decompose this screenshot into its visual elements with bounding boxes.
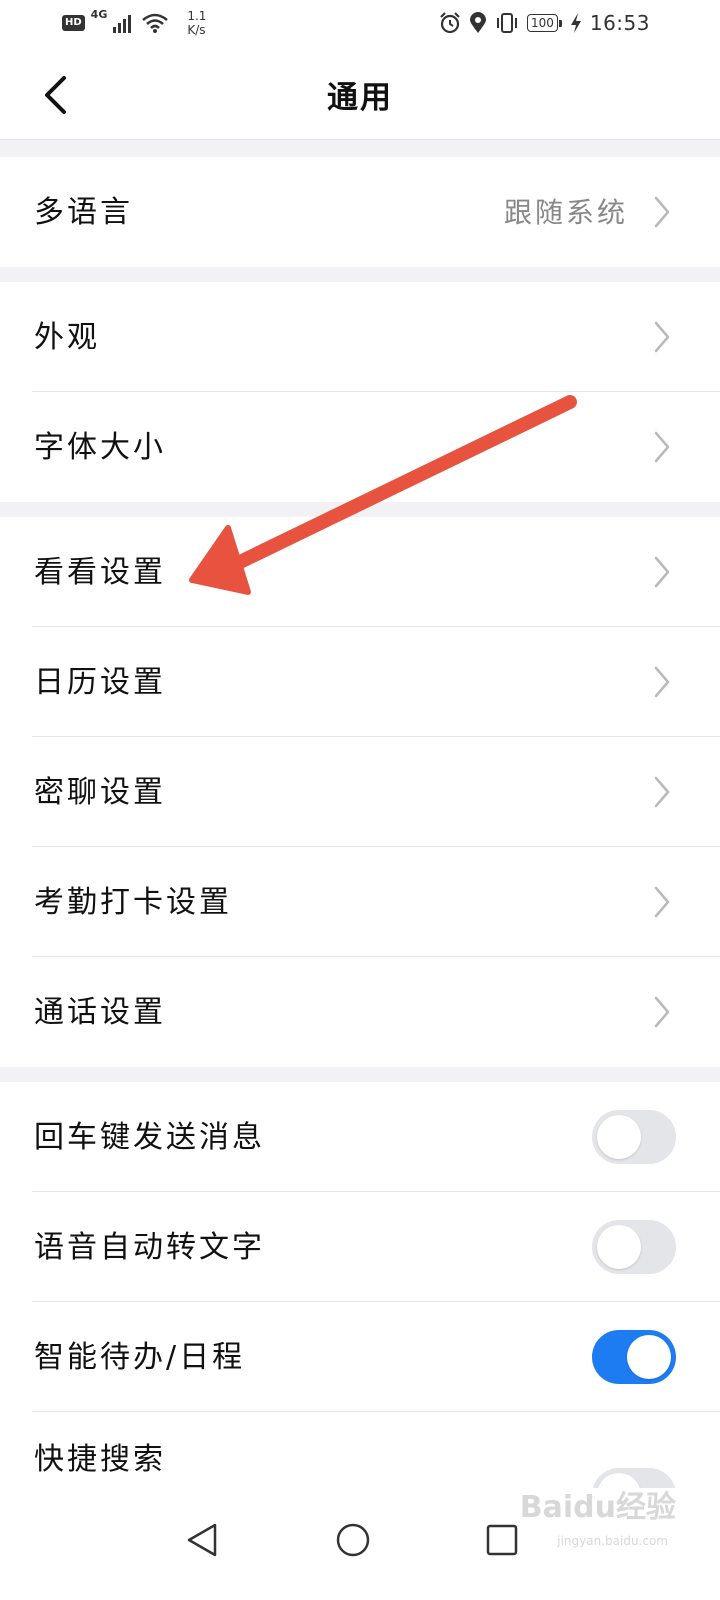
chevron-right-icon <box>654 776 670 808</box>
chevron-right-icon <box>654 556 670 588</box>
setting-label: 通话设置 <box>34 995 166 1030</box>
setting-row-quick-search: 快捷搜索 <box>0 1412 720 1488</box>
voice-to-text-toggle[interactable] <box>592 1220 676 1274</box>
setting-row-secret-chat[interactable]: 密聊设置 <box>0 737 720 847</box>
page-title: 通用 <box>327 80 393 116</box>
setting-label: 语音自动转文字 <box>34 1230 265 1265</box>
circle-home-icon <box>336 1523 370 1557</box>
charging-icon <box>570 13 581 33</box>
chevron-right-icon <box>654 321 670 353</box>
smart-todo-toggle[interactable] <box>592 1330 676 1384</box>
network-speed: 1.1 K/s <box>187 9 206 37</box>
chevron-right-icon <box>654 996 670 1028</box>
setting-row-attendance[interactable]: 考勤打卡设置 <box>0 847 720 957</box>
setting-row-font-size[interactable]: 字体大小 <box>0 392 720 502</box>
settings-group-display: 外观 字体大小 <box>0 282 720 502</box>
speed-unit: K/s <box>187 23 206 37</box>
chevron-right-icon <box>654 196 670 228</box>
setting-value: 跟随系统 <box>503 196 628 229</box>
setting-label: 考勤打卡设置 <box>34 885 232 920</box>
setting-label: 外观 <box>34 320 100 355</box>
toggle-knob <box>597 1473 641 1488</box>
vibrate-icon <box>496 13 517 33</box>
hd-badge: HD <box>62 15 85 31</box>
setting-row-voice-to-text: 语音自动转文字 <box>0 1192 720 1302</box>
setting-row-kankan[interactable]: 看看设置 <box>0 517 720 627</box>
baidu-watermark: Baidu经验 <box>519 1490 676 1525</box>
setting-row-call[interactable]: 通话设置 <box>0 957 720 1067</box>
settings-group-language: 多语言 跟随系统 <box>0 157 720 267</box>
settings-group-features: 看看设置 日历设置 密聊设置 考勤打卡设置 通话设置 <box>0 517 720 1067</box>
setting-label: 看看设置 <box>34 555 166 590</box>
battery-indicator: 100 <box>526 14 562 32</box>
setting-label: 回车键发送消息 <box>34 1120 265 1155</box>
watermark-url: jingyan.baidu.com <box>557 1534 668 1548</box>
quick-search-toggle[interactable] <box>592 1468 676 1488</box>
setting-label: 日历设置 <box>34 665 166 700</box>
system-back-button[interactable] <box>172 1510 232 1570</box>
toggle-knob <box>627 1335 671 1379</box>
setting-row-enter-send: 回车键发送消息 <box>0 1082 720 1192</box>
triangle-back-icon <box>187 1523 217 1557</box>
setting-row-language[interactable]: 多语言 跟随系统 <box>0 157 720 267</box>
status-bar: HD 4G 1.1 K/s 100 16:53 <box>0 0 720 50</box>
chevron-right-icon <box>654 886 670 918</box>
setting-label: 密聊设置 <box>34 775 166 810</box>
nav-bar: 通用 <box>0 50 720 140</box>
setting-label: 字体大小 <box>34 430 166 465</box>
chevron-right-icon <box>654 666 670 698</box>
alarm-icon <box>440 12 460 34</box>
status-left: HD 4G 1.1 K/s <box>62 8 206 38</box>
settings-group-toggles: 回车键发送消息 语音自动转文字 智能待办/日程 快捷搜索 <box>0 1082 720 1488</box>
setting-label: 多语言 <box>34 195 133 230</box>
status-time: 16:53 <box>589 11 650 35</box>
status-right: 100 16:53 <box>439 8 650 38</box>
signal-icon <box>113 15 132 33</box>
speed-value: 1.1 <box>187 9 207 23</box>
toggle-knob <box>597 1225 641 1269</box>
setting-label: 智能待办/日程 <box>34 1340 246 1375</box>
chevron-right-icon <box>654 431 670 463</box>
square-recents-icon <box>486 1524 518 1556</box>
location-icon <box>469 12 486 33</box>
setting-row-appearance[interactable]: 外观 <box>0 282 720 392</box>
setting-row-calendar[interactable]: 日历设置 <box>0 627 720 737</box>
setting-row-smart-todo: 智能待办/日程 <box>0 1302 720 1412</box>
toggle-knob <box>597 1115 641 1159</box>
wifi-icon <box>142 13 169 33</box>
network-type: 4G <box>90 8 108 21</box>
enter-send-toggle[interactable] <box>592 1110 676 1164</box>
setting-label: 快捷搜索 <box>34 1442 166 1477</box>
system-home-button[interactable] <box>323 1510 383 1570</box>
